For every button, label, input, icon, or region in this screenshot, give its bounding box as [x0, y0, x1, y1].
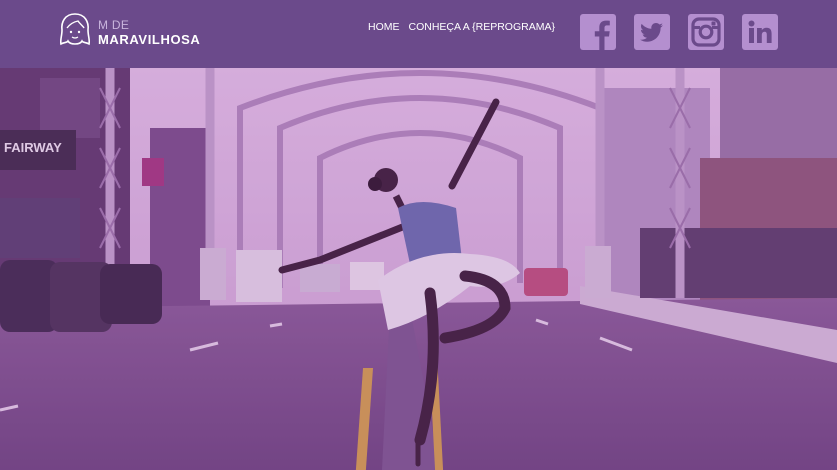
linkedin-icon — [742, 14, 778, 50]
linkedin-link[interactable] — [742, 14, 778, 50]
twitter-link[interactable] — [634, 14, 670, 50]
instagram-icon — [688, 14, 724, 50]
twitter-icon — [634, 14, 670, 50]
woman-face-icon — [59, 13, 91, 46]
facebook-link[interactable] — [580, 14, 616, 50]
facebook-icon — [580, 14, 616, 50]
hero-image: FAIRWAY — [0, 68, 837, 470]
brand-logo-link[interactable]: M DE MARAVILHOSA — [58, 12, 200, 50]
brand-line-2: MARAVILHOSA — [98, 32, 201, 47]
main-nav: HOME CONHEÇA A {REPROGRAMA} — [368, 21, 555, 33]
nav-link-home[interactable]: HOME — [368, 21, 400, 33]
instagram-link[interactable] — [688, 14, 724, 50]
site-header: M DE MARAVILHOSA HOME CONHEÇA A {REPROGR… — [0, 0, 837, 68]
hero-section: FAIRWAY — [0, 68, 837, 470]
nav-link-conheca[interactable]: CONHEÇA A {REPROGRAMA} — [409, 21, 555, 33]
brand-line-1: M DE — [98, 18, 130, 32]
